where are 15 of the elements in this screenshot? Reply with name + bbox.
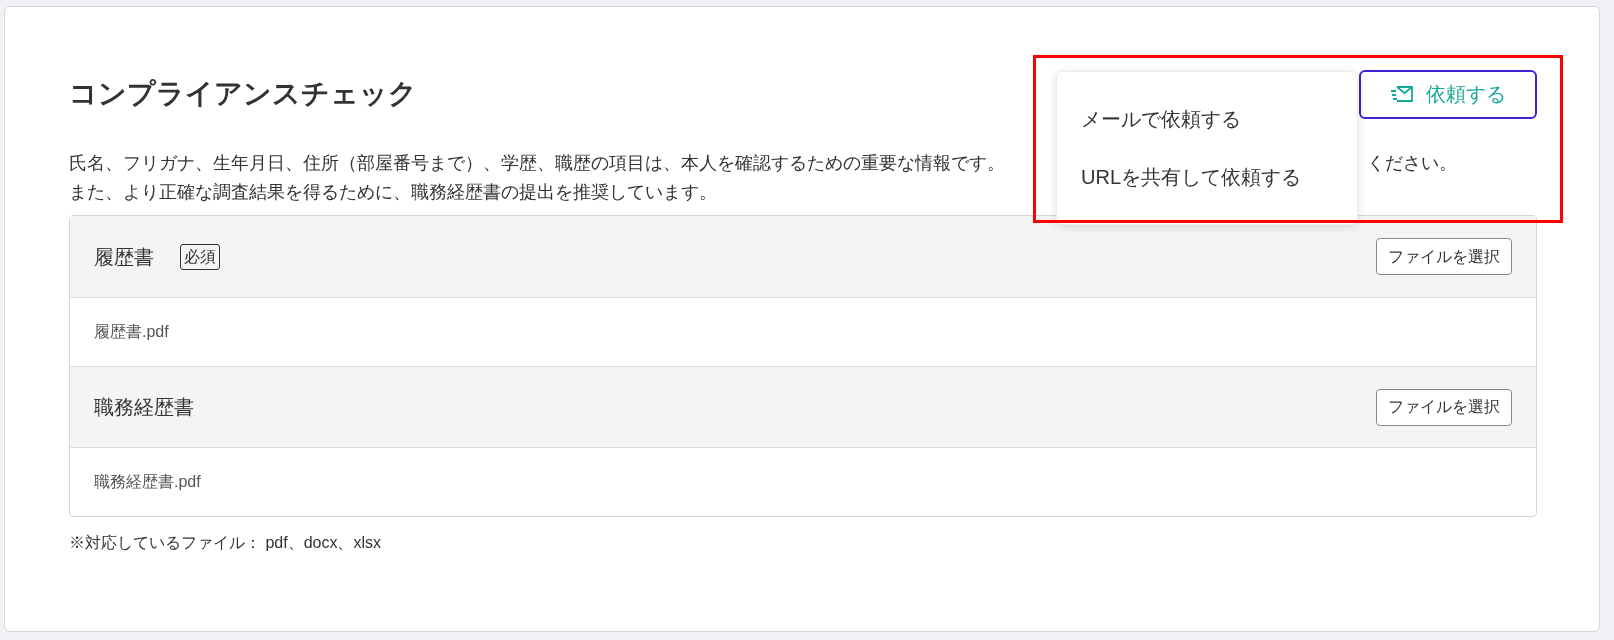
description-text: 氏名、フリガナ、生年月日、住所（部屋番号まで）、学歴、職歴の項目は、本人を確認するための重要な情報です。 <box>69 152 1005 175</box>
page-title: コンプライアンスチェック <box>69 77 417 111</box>
description-text: ください。 <box>1367 152 1457 175</box>
choose-file-button[interactable]: ファイルを選択 <box>1376 238 1512 275</box>
required-badge: 必須 <box>180 243 220 270</box>
file-name: 職務経歴書.pdf <box>94 472 201 492</box>
menu-item[interactable]: メールで依頼する <box>1057 90 1357 148</box>
file-name: 履歴書.pdf <box>94 322 169 342</box>
document-title: 履歴書 <box>94 244 154 270</box>
description-text: また、より正確な調査結果を得るために、職務経歴書の提出を推奨しています。 <box>69 181 717 204</box>
mail-icon <box>1390 84 1414 104</box>
document-title: 職務経歴書 <box>94 395 194 420</box>
choose-file-button[interactable]: ファイルを選択 <box>1376 388 1512 426</box>
supported-files-note: ※対応しているファイル： pdf、docx、xlsx <box>69 533 383 553</box>
menu-item[interactable]: URLを共有して依頼する <box>1057 148 1357 206</box>
